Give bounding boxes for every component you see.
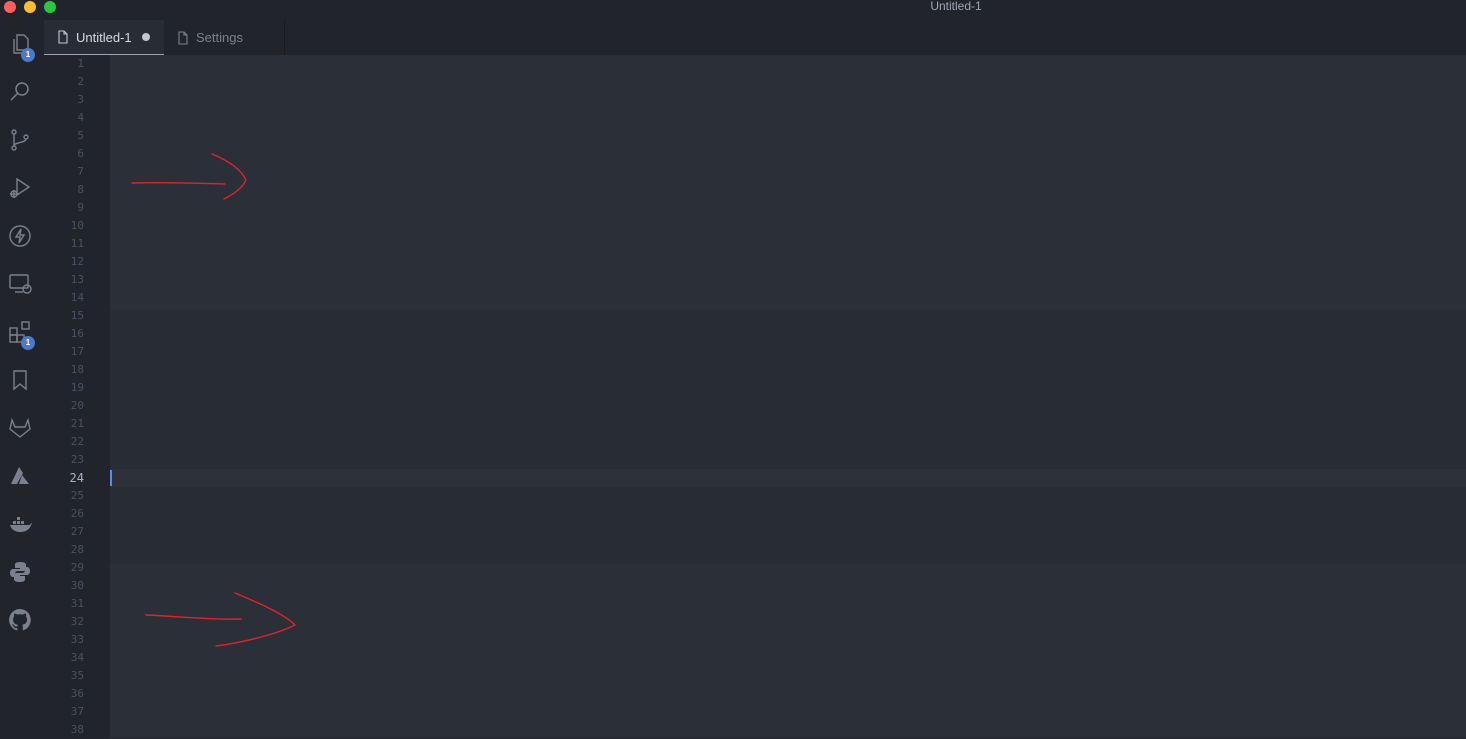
line-number: 30 (70, 579, 84, 592)
line-number: 12 (70, 255, 84, 268)
search-icon (10, 82, 29, 101)
bookmarks-button[interactable] (0, 360, 40, 400)
line-number: 22 (70, 435, 84, 448)
azure-button[interactable] (0, 456, 40, 496)
line-number: 14 (70, 291, 84, 304)
activity-bar: 1 1 (0, 20, 40, 738)
line-number: 8 (77, 183, 84, 196)
extensions-button[interactable]: 1 (0, 312, 40, 352)
line-number: 37 (70, 705, 84, 718)
unsaved-dot-icon[interactable] (141, 33, 150, 41)
text-cursor (110, 470, 112, 486)
line-number: 26 (70, 507, 84, 520)
line-number: 11 (70, 237, 84, 250)
search-button[interactable] (0, 72, 40, 112)
line-number: 16 (70, 327, 84, 340)
line-number: 4 (77, 111, 84, 124)
tab-settings[interactable]: Settings (164, 20, 285, 55)
remote-explorer-icon (9, 274, 32, 294)
line-number: 6 (77, 147, 84, 160)
github-button[interactable] (0, 600, 40, 640)
explorer-button[interactable]: 1 (0, 24, 40, 64)
line-number: 1 (77, 57, 84, 70)
tab-label: Settings (196, 30, 243, 45)
line-number: 31 (70, 597, 84, 610)
bookmark-icon (13, 370, 27, 391)
line-number-gutter: 1 2 3 4 5 6 7 8 9 10 11 12 13 14 15 16 17 18 19 20 21 22 23 24 2… (44, 55, 110, 738)
red-arrow (131, 153, 247, 200)
extensions-badge: 1 (21, 336, 35, 350)
line-number: 19 (70, 381, 84, 394)
editor-area[interactable]: 1 2 3 4 5 6 7 8 9 10 11 12 13 14 15 16 17 18 19 20 21 22 23 24 2… (44, 55, 1466, 738)
explorer-badge: 1 (21, 48, 35, 62)
run-debug-button[interactable] (0, 168, 40, 208)
remote-explorer-button[interactable] (0, 264, 40, 304)
line-number: 27 (70, 525, 84, 538)
line-number: 28 (70, 543, 84, 556)
line-number: 3 (77, 93, 84, 106)
line-number: 7 (77, 165, 84, 178)
highlighted-region (110, 55, 1466, 310)
line-number: 36 (70, 687, 84, 700)
lightning-button[interactable] (0, 216, 40, 256)
line-number: 9 (77, 201, 84, 214)
line-number: 13 (70, 273, 84, 286)
line-number: 29 (70, 561, 84, 574)
source-control-icon (11, 129, 29, 151)
line-number: 21 (70, 417, 84, 430)
line-number: 35 (70, 669, 84, 682)
title-bar: Untitled-1 (0, 0, 1466, 20)
line-number: 15 (70, 309, 84, 322)
line-number: 18 (70, 363, 84, 376)
tab-bar: Untitled-1 Settings (44, 20, 1466, 55)
line-number: 2 (77, 75, 84, 88)
line-number: 23 (70, 453, 84, 466)
file-icon (58, 30, 68, 44)
docker-icon (10, 517, 32, 532)
file-icon (178, 30, 188, 45)
line-number: 34 (70, 651, 84, 664)
red-arrow (145, 592, 297, 647)
line-number: 24 (69, 471, 84, 485)
highlighted-region (110, 564, 1466, 738)
azure-icon (11, 467, 29, 484)
line-number: 5 (77, 129, 84, 142)
line-number: 17 (70, 345, 84, 358)
current-line-highlight (110, 469, 1466, 487)
line-number: 25 (70, 489, 84, 502)
line-number: 10 (70, 219, 84, 232)
run-debug-icon (10, 177, 31, 198)
python-icon (10, 562, 30, 582)
line-number: 20 (70, 399, 84, 412)
tab-label: Untitled-1 (76, 29, 132, 45)
window-title: Untitled-1 (930, 0, 982, 13)
line-number: 32 (70, 615, 84, 628)
line-number: 33 (70, 633, 84, 646)
gitlab-button[interactable] (0, 408, 40, 448)
source-control-button[interactable] (0, 120, 40, 160)
lightning-icon (9, 225, 31, 247)
docker-button[interactable] (0, 504, 40, 544)
github-icon (9, 609, 31, 631)
line-number: 38 (70, 723, 84, 736)
tab-untitled-1[interactable]: Untitled-1 (44, 20, 164, 55)
gitlab-icon (9, 417, 31, 438)
python-button[interactable] (0, 552, 40, 592)
